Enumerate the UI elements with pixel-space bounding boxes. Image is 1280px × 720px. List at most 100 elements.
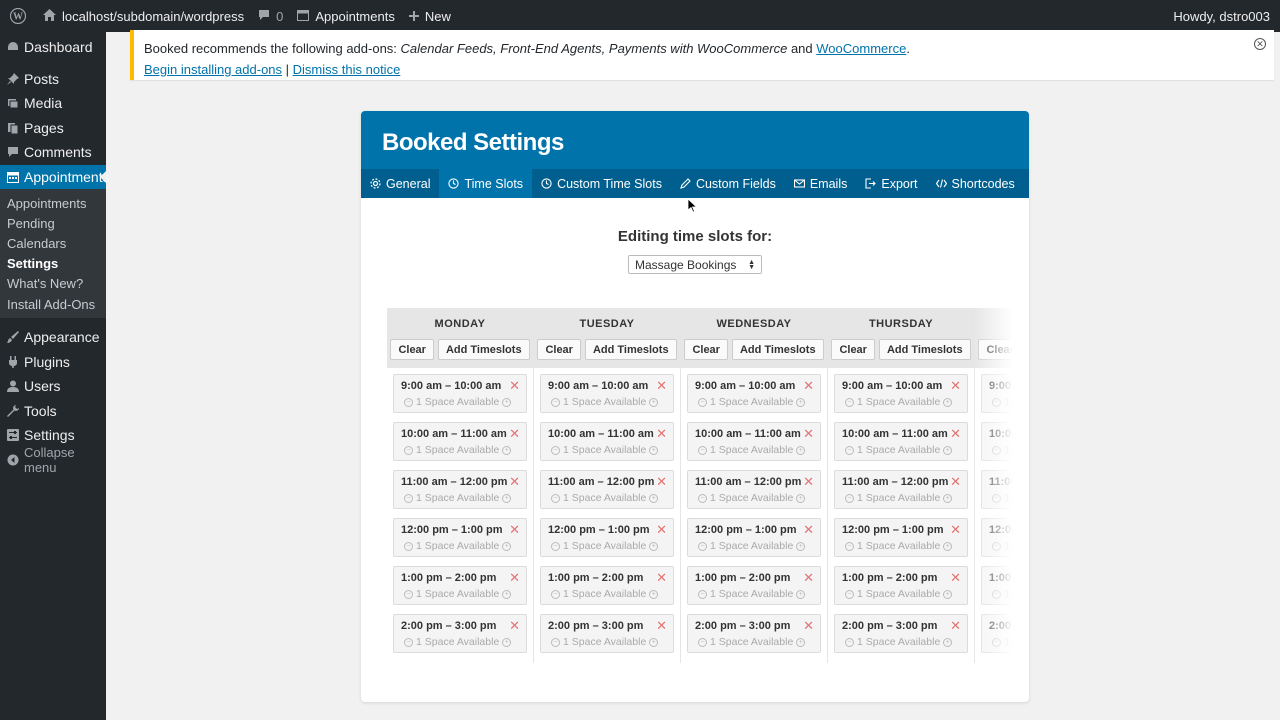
delete-timeslot-icon[interactable]: ✕ (803, 619, 814, 632)
increase-spaces-icon[interactable]: + (502, 589, 512, 599)
dismiss-notice-link[interactable]: Dismiss this notice (293, 62, 401, 77)
sidebar-item-posts[interactable]: Posts (0, 67, 106, 92)
decrease-spaces-icon[interactable]: − (845, 493, 854, 503)
begin-installing-link[interactable]: Begin installing add-ons (144, 62, 282, 77)
decrease-spaces-icon[interactable]: − (551, 541, 560, 551)
decrease-spaces-icon[interactable]: − (698, 397, 707, 407)
submenu-item-settings[interactable]: Settings (0, 254, 106, 274)
submenu-item-calendars[interactable]: Calendars (0, 233, 106, 253)
increase-spaces-icon[interactable]: + (649, 637, 659, 647)
delete-timeslot-icon[interactable]: ✕ (803, 379, 814, 392)
sidebar-item-dashboard[interactable]: Dashboard (0, 35, 106, 60)
woocommerce-link[interactable]: WooCommerce (816, 41, 906, 56)
delete-timeslot-icon[interactable]: ✕ (656, 427, 667, 440)
delete-timeslot-icon[interactable]: ✕ (950, 427, 961, 440)
site-name-link[interactable]: localhost/subdomain/wordpress (36, 0, 251, 32)
decrease-spaces-icon[interactable]: − (551, 493, 560, 503)
add-timeslots-button[interactable]: Add Timeslots (584, 339, 677, 360)
decrease-spaces-icon[interactable]: − (845, 637, 854, 647)
decrease-spaces-icon[interactable]: − (551, 589, 560, 599)
increase-spaces-icon[interactable]: + (649, 493, 659, 503)
increase-spaces-icon[interactable]: + (502, 637, 512, 647)
tab-time-slots[interactable]: Time Slots (439, 169, 533, 198)
decrease-spaces-icon[interactable]: − (992, 589, 1001, 599)
tab-custom-fields[interactable]: Custom Fields (671, 169, 785, 198)
increase-spaces-icon[interactable]: + (796, 445, 806, 455)
tab-emails[interactable]: Emails (785, 169, 857, 198)
decrease-spaces-icon[interactable]: − (698, 445, 707, 455)
increase-spaces-icon[interactable]: + (796, 589, 806, 599)
clear-button[interactable]: Clear (831, 339, 875, 360)
delete-timeslot-icon[interactable]: ✕ (509, 523, 520, 536)
sidebar-item-tools[interactable]: Tools (0, 399, 106, 424)
sidebar-item-appearance[interactable]: Appearance (0, 325, 106, 350)
increase-spaces-icon[interactable]: + (796, 541, 806, 551)
increase-spaces-icon[interactable]: + (649, 589, 659, 599)
comments-link[interactable]: 0 (251, 0, 290, 32)
decrease-spaces-icon[interactable]: − (845, 397, 854, 407)
delete-timeslot-icon[interactable]: ✕ (803, 427, 814, 440)
decrease-spaces-icon[interactable]: − (992, 397, 1001, 407)
sidebar-item-users[interactable]: Users (0, 374, 106, 399)
decrease-spaces-icon[interactable]: − (698, 637, 707, 647)
delete-timeslot-icon[interactable]: ✕ (656, 619, 667, 632)
delete-timeslot-icon[interactable]: ✕ (950, 475, 961, 488)
delete-timeslot-icon[interactable]: ✕ (509, 571, 520, 584)
sidebar-item-comments[interactable]: Comments (0, 140, 106, 165)
decrease-spaces-icon[interactable]: − (845, 445, 854, 455)
decrease-spaces-icon[interactable]: − (698, 493, 707, 503)
calendar-select[interactable]: Massage Bookings ▲ ▼ (628, 255, 762, 274)
decrease-spaces-icon[interactable]: − (551, 397, 560, 407)
decrease-spaces-icon[interactable]: − (404, 493, 413, 503)
add-timeslots-button[interactable]: Add Timeslots (878, 339, 971, 360)
increase-spaces-icon[interactable]: + (943, 541, 953, 551)
increase-spaces-icon[interactable]: + (943, 397, 953, 407)
increase-spaces-icon[interactable]: + (502, 541, 512, 551)
delete-timeslot-icon[interactable]: ✕ (656, 523, 667, 536)
delete-timeslot-icon[interactable]: ✕ (509, 427, 520, 440)
delete-timeslot-icon[interactable]: ✕ (803, 475, 814, 488)
sidebar-item-appointments[interactable]: Appointments (0, 164, 110, 189)
delete-timeslot-icon[interactable]: ✕ (950, 619, 961, 632)
decrease-spaces-icon[interactable]: − (404, 637, 413, 647)
wordpress-logo-icon[interactable]: W (0, 0, 36, 32)
clear-button[interactable]: Clear (684, 339, 728, 360)
increase-spaces-icon[interactable]: + (649, 397, 659, 407)
increase-spaces-icon[interactable]: + (943, 445, 953, 455)
increase-spaces-icon[interactable]: + (502, 493, 512, 503)
increase-spaces-icon[interactable]: + (649, 445, 659, 455)
delete-timeslot-icon[interactable]: ✕ (509, 379, 520, 392)
decrease-spaces-icon[interactable]: − (845, 589, 854, 599)
new-content-link[interactable]: New (402, 0, 458, 32)
decrease-spaces-icon[interactable]: − (845, 541, 854, 551)
increase-spaces-icon[interactable]: + (943, 493, 953, 503)
add-timeslots-button[interactable]: Add Timeslots (437, 339, 530, 360)
sidebar-item-plugins[interactable]: Plugins (0, 350, 106, 375)
increase-spaces-icon[interactable]: + (796, 637, 806, 647)
submenu-item-appointments[interactable]: Appointments (0, 193, 106, 213)
decrease-spaces-icon[interactable]: − (551, 637, 560, 647)
delete-timeslot-icon[interactable]: ✕ (656, 571, 667, 584)
delete-timeslot-icon[interactable]: ✕ (803, 523, 814, 536)
decrease-spaces-icon[interactable]: − (551, 445, 560, 455)
decrease-spaces-icon[interactable]: − (404, 397, 413, 407)
my-account-link[interactable]: Howdy, dstro003 (1166, 0, 1280, 32)
increase-spaces-icon[interactable]: + (943, 589, 953, 599)
delete-timeslot-icon[interactable]: ✕ (656, 379, 667, 392)
decrease-spaces-icon[interactable]: − (992, 541, 1001, 551)
tab-custom-time-slots[interactable]: Custom Time Slots (532, 169, 671, 198)
delete-timeslot-icon[interactable]: ✕ (509, 619, 520, 632)
delete-timeslot-icon[interactable]: ✕ (803, 571, 814, 584)
tab-general[interactable]: General (361, 169, 439, 198)
delete-timeslot-icon[interactable]: ✕ (950, 523, 961, 536)
decrease-spaces-icon[interactable]: − (992, 493, 1001, 503)
increase-spaces-icon[interactable]: + (649, 541, 659, 551)
increase-spaces-icon[interactable]: + (796, 397, 806, 407)
sidebar-item-pages[interactable]: Pages (0, 116, 106, 141)
increase-spaces-icon[interactable]: + (502, 445, 512, 455)
submenu-item-install-add-ons[interactable]: Install Add-Ons (0, 294, 106, 314)
increase-spaces-icon[interactable]: + (943, 637, 953, 647)
delete-timeslot-icon[interactable]: ✕ (950, 571, 961, 584)
tab-shortcodes[interactable]: Shortcodes (927, 169, 1024, 198)
sidebar-item-media[interactable]: Media (0, 91, 106, 116)
